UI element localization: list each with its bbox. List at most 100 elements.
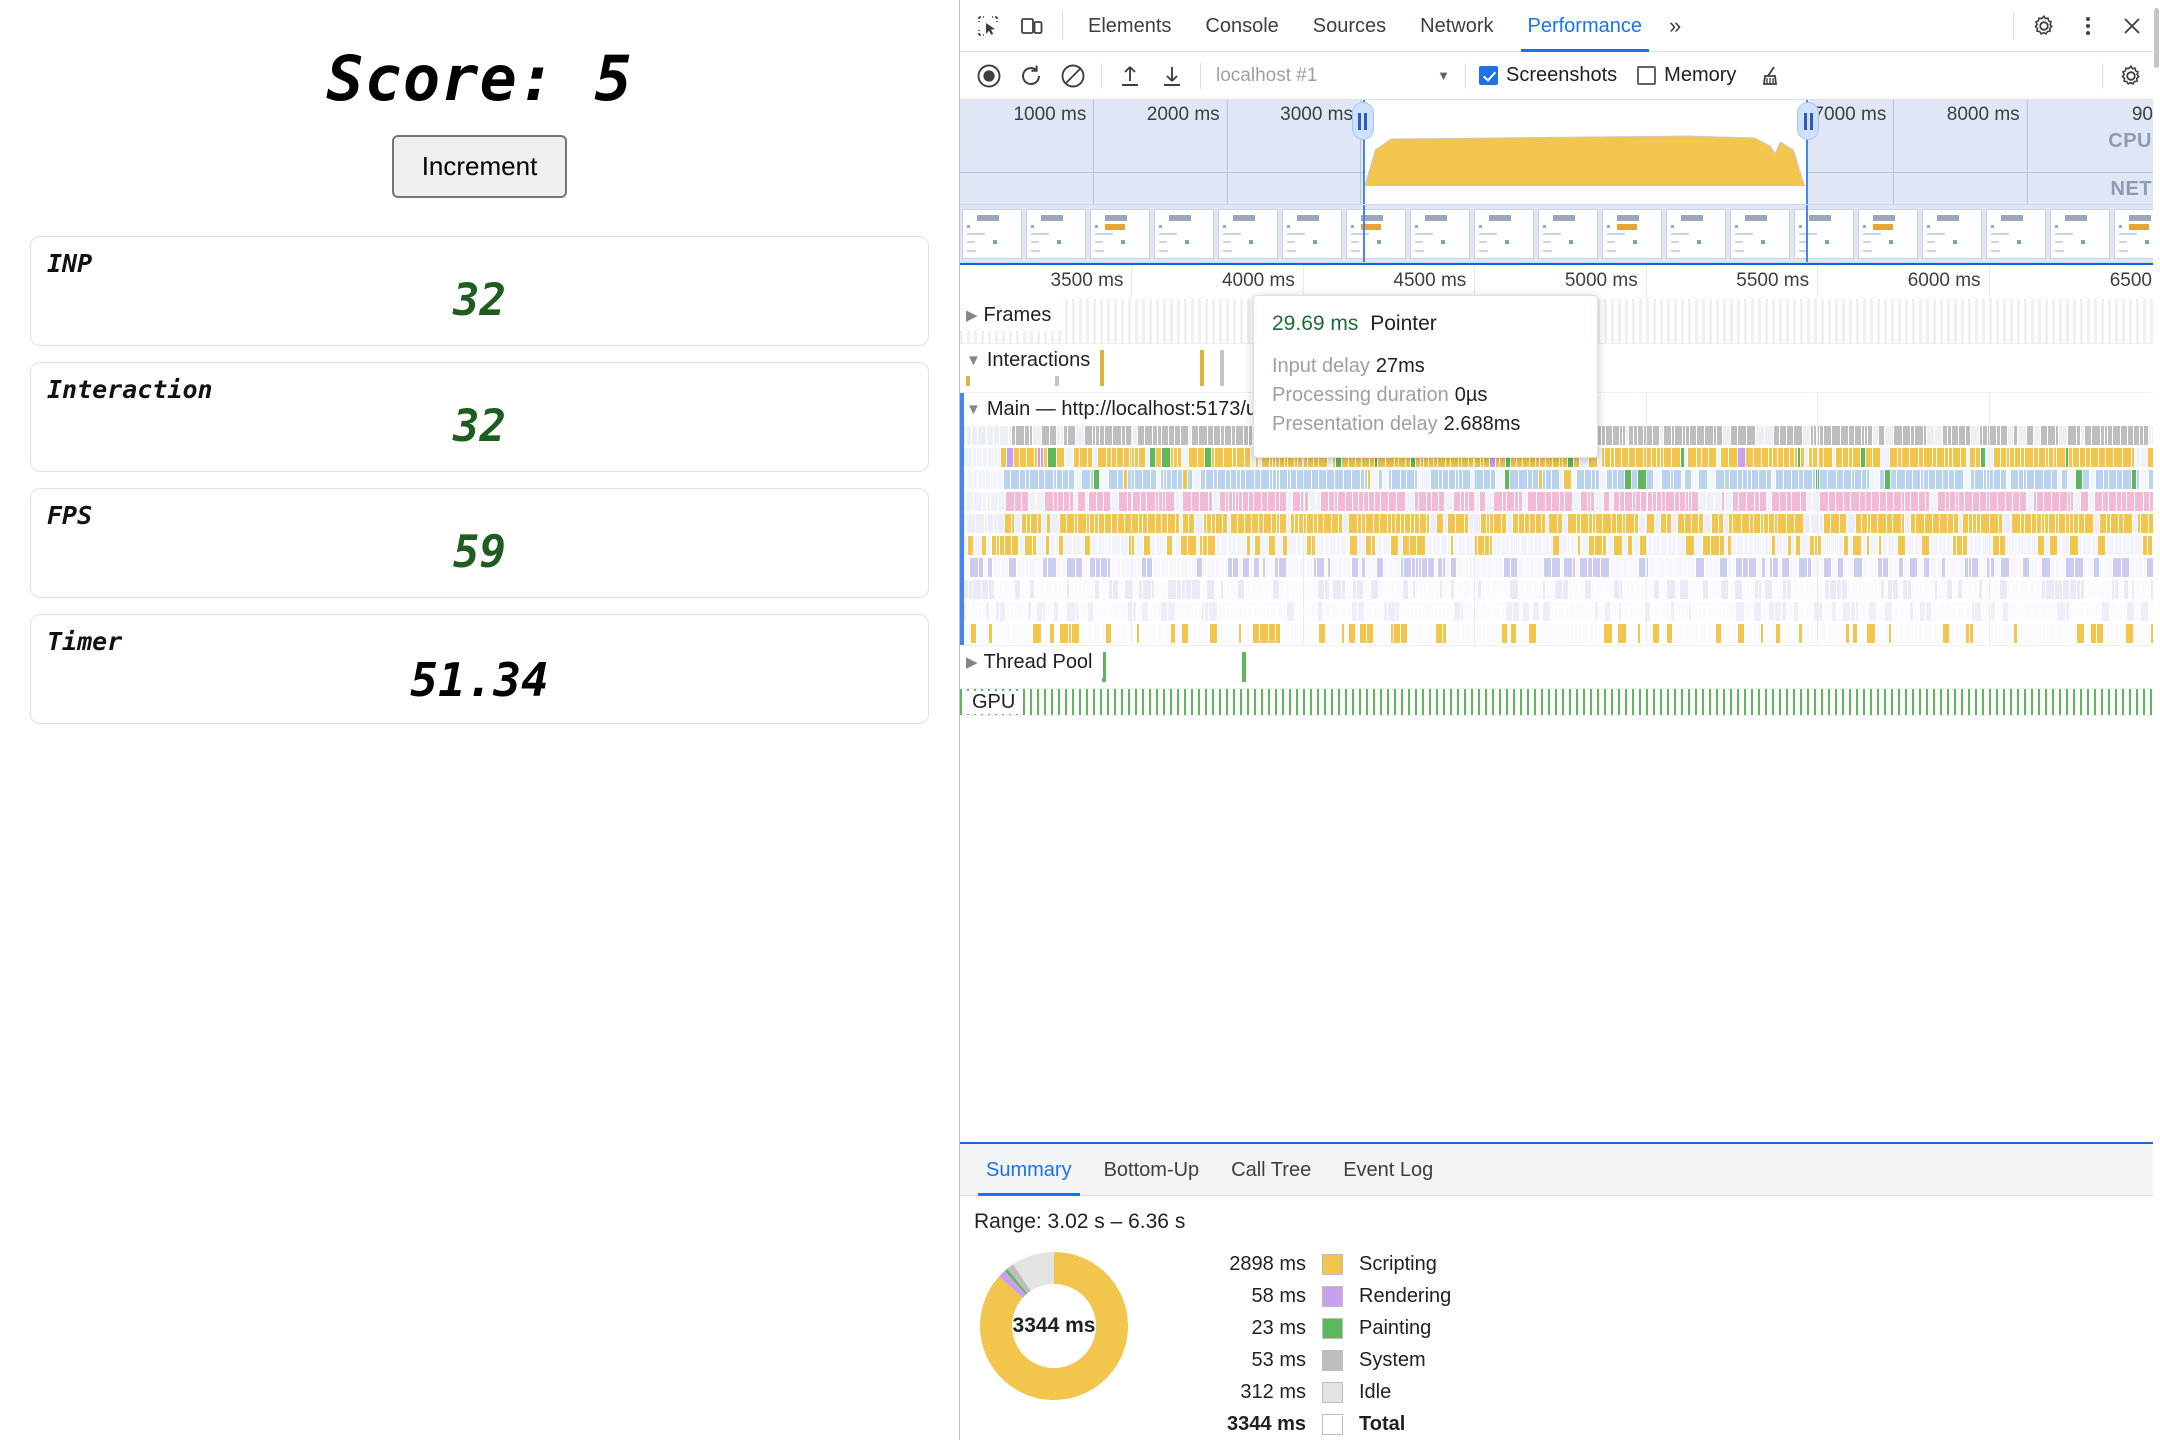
- screenshots-label: Screenshots: [1506, 64, 1618, 86]
- perf-toolbar-right: [2095, 56, 2152, 96]
- overview-tick: [1893, 100, 1895, 204]
- details-tab-call-tree[interactable]: Call Tree: [1215, 1144, 1327, 1196]
- track-title-interactions[interactable]: ▼ Interactions: [960, 344, 1101, 376]
- interaction-marker[interactable]: [1200, 350, 1204, 386]
- flame-chart-row[interactable]: [960, 491, 2160, 513]
- tab-sources[interactable]: Sources: [1296, 0, 1403, 52]
- tooltip-row: Input delay 27ms: [1272, 352, 1577, 381]
- tooltip-row: Presentation delay 2.688ms: [1272, 410, 1577, 439]
- track-thread-pool[interactable]: ▶ Thread Pool: [960, 646, 2160, 689]
- memory-label: Memory: [1664, 64, 1737, 86]
- close-icon[interactable]: [2110, 6, 2154, 46]
- track-title-frames[interactable]: ▶ Frames: [960, 299, 1062, 331]
- screenshots-checkbox[interactable]: Screenshots: [1479, 64, 1631, 87]
- timeline-vertical-guide: [1646, 393, 1647, 645]
- overview-tick-label: 2000 ms: [1146, 104, 1220, 125]
- interaction-marker[interactable]: [1220, 350, 1224, 386]
- timeline-tick: [1474, 265, 1476, 299]
- inspect-element-icon[interactable]: [966, 6, 1010, 46]
- interaction-marker[interactable]: [1100, 350, 1104, 386]
- timeline-tick-label: 6000 ms: [1907, 270, 1981, 291]
- legend-row[interactable]: 312 ms Idle: [1186, 1376, 1451, 1408]
- overview-window-handle-left[interactable]: [1351, 102, 1374, 140]
- tooltip-row-value: 2.688ms: [1443, 413, 1521, 435]
- details-tab-event-log[interactable]: Event Log: [1327, 1144, 1449, 1196]
- legend-row[interactable]: 23 ms Painting: [1186, 1312, 1451, 1344]
- filmstrip-thumbnail[interactable]: [1858, 208, 1918, 259]
- increment-button[interactable]: Increment: [391, 135, 568, 198]
- filmstrip-thumbnail[interactable]: [1090, 208, 1150, 259]
- screenshot-filmstrip[interactable]: [960, 205, 2160, 263]
- flame-chart-timeline[interactable]: 3500 ms 4000 ms 4500 ms 5000 ms 5500 ms 6000 …: [960, 263, 2160, 1142]
- tab-performance[interactable]: Performance: [1511, 0, 1660, 52]
- track-title-thread-pool[interactable]: ▶ Thread Pool: [960, 646, 1103, 678]
- track-label: Thread Pool: [983, 650, 1093, 673]
- download-profile-icon[interactable]: [1151, 56, 1193, 96]
- flame-chart-row[interactable]: [960, 579, 2160, 601]
- timeline-vertical-guide: [1989, 393, 1990, 645]
- filmstrip-thumbnail[interactable]: [1282, 208, 1342, 259]
- metric-card-label: Timer: [47, 627, 123, 656]
- reload-and-record-icon[interactable]: [1010, 56, 1052, 96]
- tab-network[interactable]: Network: [1403, 0, 1510, 52]
- legend-value: 2898 ms: [1229, 1252, 1306, 1275]
- thread-pool-marker[interactable]: [1102, 652, 1106, 682]
- interaction-tooltip: 29.69 ms Pointer Input delay 27ms Processi…: [1253, 295, 1598, 458]
- filmstrip-thumbnail[interactable]: [962, 208, 1022, 259]
- timeline-overview[interactable]: 1000 ms2000 ms3000 ms4000 ms5000 ms6000 …: [960, 100, 2160, 205]
- overview-window-handle-right[interactable]: [1797, 102, 1819, 140]
- thread-pool-marker[interactable]: [1242, 652, 1246, 682]
- tab-elements[interactable]: Elements: [1071, 0, 1188, 52]
- increment-button-wrapper: Increment: [0, 135, 959, 198]
- devtools-tabbar: Elements Console Sources Network Performance…: [960, 0, 2160, 52]
- gear-icon[interactable]: [2022, 6, 2066, 46]
- kebab-menu-icon[interactable]: [2066, 6, 2110, 46]
- legend-row[interactable]: 2898 ms Scripting: [1186, 1248, 1451, 1280]
- track-title-gpu[interactable]: GPU: [960, 689, 1031, 715]
- track-label: Interactions: [986, 348, 1091, 371]
- track-gpu[interactable]: GPU: [960, 689, 2160, 716]
- filmstrip-thumbnail[interactable]: [1922, 208, 1982, 259]
- overview-selection-window[interactable]: [1362, 100, 1808, 204]
- flame-chart-row[interactable]: [960, 535, 2160, 557]
- overview-tick: [1093, 100, 1095, 204]
- filmstrip-thumbnail[interactable]: [1218, 208, 1278, 259]
- legend-value: 53 ms: [1251, 1348, 1306, 1371]
- filmstrip-thumbnail[interactable]: [1154, 208, 1214, 259]
- filmstrip-thumbnail[interactable]: [2050, 208, 2110, 259]
- trace-select[interactable]: localhost #1 ▼: [1208, 60, 1458, 92]
- memory-checkbox-box: [1637, 66, 1657, 85]
- upload-profile-icon[interactable]: [1109, 56, 1151, 96]
- range-label: Range: 3.02 s – 6.36 s: [974, 1210, 1186, 1233]
- details-tab-bottom-up[interactable]: Bottom-Up: [1088, 1144, 1216, 1196]
- flame-chart-row[interactable]: [960, 557, 2160, 579]
- legend-swatch-rendering: [1322, 1285, 1343, 1307]
- flame-chart-row[interactable]: [960, 513, 2160, 535]
- legend-row[interactable]: 58 ms Rendering: [1186, 1280, 1451, 1312]
- clear-icon[interactable]: [1052, 56, 1094, 96]
- filmstrip-thumbnail[interactable]: [1026, 208, 1086, 259]
- flame-chart-row[interactable]: [960, 601, 2160, 623]
- metric-card: Timer 51.34: [30, 614, 929, 724]
- track-label: GPU: [966, 690, 1022, 714]
- perf-toolbar-divider-2: [1200, 62, 1201, 89]
- record-icon[interactable]: [968, 56, 1010, 96]
- tab-console[interactable]: Console: [1188, 0, 1295, 52]
- details-scrollbar[interactable]: [2153, 0, 2160, 1440]
- gear-icon[interactable]: [2110, 56, 2152, 96]
- metric-card-value: 32: [453, 401, 506, 452]
- chevron-double-right-icon[interactable]: »: [1659, 13, 1691, 39]
- flame-chart-rows: [960, 425, 2160, 645]
- memory-checkbox[interactable]: Memory: [1637, 64, 1750, 87]
- flame-chart-row[interactable]: [960, 469, 2160, 491]
- broom-icon[interactable]: [1750, 56, 1792, 96]
- details-pane: Summary Bottom-Up Call Tree Event Log Range…: [960, 0, 2160, 1440]
- details-tab-summary[interactable]: Summary: [970, 1144, 1088, 1196]
- device-toolbar-icon[interactable]: [1010, 6, 1054, 46]
- flame-chart-row[interactable]: [960, 623, 2160, 645]
- timeline-tick-label: 4000 ms: [1221, 270, 1295, 291]
- filmstrip-thumbnail[interactable]: [1986, 208, 2046, 259]
- legend-total-label: Total: [1359, 1412, 1406, 1435]
- legend-row[interactable]: 53 ms System: [1186, 1344, 1451, 1376]
- timeline-tick: [1131, 265, 1133, 299]
